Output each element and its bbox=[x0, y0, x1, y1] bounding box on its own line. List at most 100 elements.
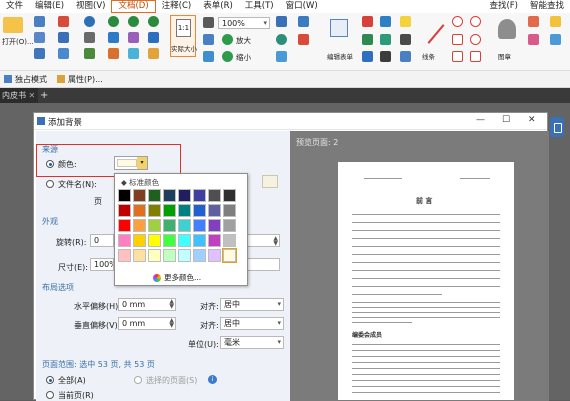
line-button[interactable]: 线条 bbox=[420, 17, 446, 61]
color-swatch[interactable] bbox=[133, 204, 146, 217]
copy-icon[interactable] bbox=[58, 32, 69, 43]
fit-width-icon[interactable] bbox=[148, 32, 159, 43]
next-page-icon[interactable] bbox=[128, 16, 139, 27]
cut-icon[interactable] bbox=[58, 16, 69, 27]
rotation-field[interactable]: 0 bbox=[90, 234, 114, 247]
undo-icon[interactable] bbox=[84, 16, 95, 27]
color-swatch[interactable] bbox=[148, 204, 161, 217]
color-swatch[interactable] bbox=[148, 234, 161, 247]
rotation-stepper[interactable]: ▲ ▼ bbox=[248, 234, 280, 247]
color-swatch[interactable] bbox=[208, 189, 221, 202]
side-panel-icon[interactable] bbox=[550, 117, 564, 137]
color-swatch[interactable] bbox=[163, 189, 176, 202]
selected-pages-radio[interactable] bbox=[134, 376, 142, 384]
menu-item-7[interactable]: 窗口(W) bbox=[280, 0, 324, 13]
zoom-page-icon[interactable] bbox=[128, 48, 139, 59]
checkbox-icon[interactable] bbox=[362, 51, 373, 62]
color-swatch[interactable] bbox=[148, 219, 161, 232]
zoom-out-label[interactable]: 缩小 bbox=[236, 52, 251, 63]
eraser-icon[interactable] bbox=[528, 34, 539, 45]
first-page-icon[interactable] bbox=[108, 32, 119, 43]
all-pages-radio[interactable] bbox=[46, 376, 54, 384]
menu-item-5[interactable]: 表单(R) bbox=[197, 0, 239, 13]
color-swatch[interactable] bbox=[222, 248, 237, 263]
color-swatch[interactable] bbox=[178, 189, 191, 202]
signature-icon[interactable] bbox=[380, 51, 391, 62]
attach-icon[interactable] bbox=[400, 34, 411, 45]
page-view-icon[interactable] bbox=[203, 17, 214, 28]
reflow-icon[interactable] bbox=[203, 51, 214, 62]
measure-icon[interactable] bbox=[550, 34, 561, 45]
align2-select[interactable]: 居中 ▾ bbox=[220, 317, 284, 330]
color-swatch[interactable] bbox=[193, 219, 206, 232]
crop-icon[interactable] bbox=[148, 48, 159, 59]
current-page-radio[interactable] bbox=[46, 391, 54, 399]
unit-select[interactable]: 毫米 ▾ bbox=[220, 336, 284, 349]
color-swatch[interactable] bbox=[178, 219, 191, 232]
color-swatch[interactable] bbox=[208, 219, 221, 232]
paste-icon[interactable] bbox=[58, 48, 69, 59]
callout-icon[interactable] bbox=[380, 16, 391, 27]
color-swatch[interactable] bbox=[118, 189, 131, 202]
color-swatch[interactable] bbox=[193, 204, 206, 217]
audio-icon[interactable] bbox=[400, 51, 411, 62]
email-icon[interactable] bbox=[34, 48, 45, 59]
color-swatch[interactable] bbox=[163, 219, 176, 232]
color-swatch[interactable] bbox=[133, 249, 146, 262]
color-swatch[interactable] bbox=[118, 234, 131, 247]
zoom-select[interactable]: 100% ▾ bbox=[218, 17, 270, 29]
color-swatch[interactable] bbox=[193, 189, 206, 202]
menu-right-item-1[interactable]: 智能查找 bbox=[524, 0, 570, 13]
rotate-icon[interactable] bbox=[128, 32, 139, 43]
zoom-out-icon[interactable] bbox=[222, 51, 233, 62]
dialog-close-icon[interactable]: ✕ bbox=[528, 115, 536, 125]
color-swatch[interactable] bbox=[223, 219, 236, 232]
refresh-icon[interactable] bbox=[276, 34, 287, 45]
close-icon[interactable]: ✕ bbox=[29, 91, 36, 100]
exclusive-mode-button[interactable]: 独占模式 bbox=[15, 74, 47, 85]
print-icon[interactable] bbox=[34, 32, 45, 43]
open-button[interactable]: 打开(O)... bbox=[2, 15, 34, 46]
typewriter-icon[interactable] bbox=[298, 16, 309, 27]
actual-size-button[interactable]: 1:1 实际大小 bbox=[170, 15, 197, 57]
fit-page-icon[interactable] bbox=[203, 34, 214, 45]
color-swatch[interactable] bbox=[133, 219, 146, 232]
minimize-icon[interactable]: — bbox=[476, 115, 485, 125]
color-swatch[interactable] bbox=[163, 249, 176, 262]
tab-document[interactable]: 内皮书 ✕ bbox=[0, 88, 38, 103]
menu-right-item-0[interactable]: 查找(F) bbox=[483, 0, 524, 13]
last-page-icon[interactable] bbox=[108, 48, 119, 59]
file-radio[interactable] bbox=[46, 180, 54, 188]
size-field[interactable]: 100% bbox=[90, 258, 114, 271]
color-swatch[interactable] bbox=[118, 249, 131, 262]
menu-item-1[interactable]: 编辑(E) bbox=[29, 0, 70, 13]
save-icon[interactable] bbox=[34, 16, 45, 27]
maximize-icon[interactable]: ☐ bbox=[502, 115, 510, 125]
prev-page-icon[interactable] bbox=[108, 16, 119, 27]
color-swatch[interactable] bbox=[118, 204, 131, 217]
color-swatch[interactable] bbox=[193, 249, 206, 262]
circle-icon[interactable] bbox=[452, 16, 463, 27]
color-swatch[interactable] bbox=[163, 204, 176, 217]
marker-icon[interactable] bbox=[550, 16, 561, 27]
color-swatch[interactable] bbox=[118, 219, 131, 232]
color-swatch[interactable] bbox=[223, 204, 236, 217]
color-swatch[interactable] bbox=[223, 234, 236, 247]
highlight-icon[interactable] bbox=[298, 34, 309, 45]
zoom-in-icon[interactable] bbox=[222, 34, 233, 45]
snapshot-icon[interactable] bbox=[276, 16, 287, 27]
color-swatch[interactable] bbox=[178, 249, 191, 262]
color-swatch[interactable] bbox=[208, 234, 221, 247]
polygon-icon[interactable] bbox=[452, 51, 463, 62]
menu-item-2[interactable]: 视图(V) bbox=[70, 0, 111, 13]
list-box-icon[interactable] bbox=[380, 34, 391, 45]
note-icon[interactable] bbox=[400, 16, 411, 27]
oval-icon[interactable] bbox=[470, 16, 481, 27]
stamp-button[interactable]: 图章 bbox=[494, 17, 520, 61]
polyline-icon[interactable] bbox=[470, 51, 481, 62]
color-swatch[interactable] bbox=[208, 204, 221, 217]
browse-folder-icon[interactable] bbox=[262, 175, 278, 188]
select-icon[interactable] bbox=[84, 48, 95, 59]
rectangle-icon[interactable] bbox=[452, 34, 463, 45]
hand-icon[interactable] bbox=[84, 32, 95, 43]
